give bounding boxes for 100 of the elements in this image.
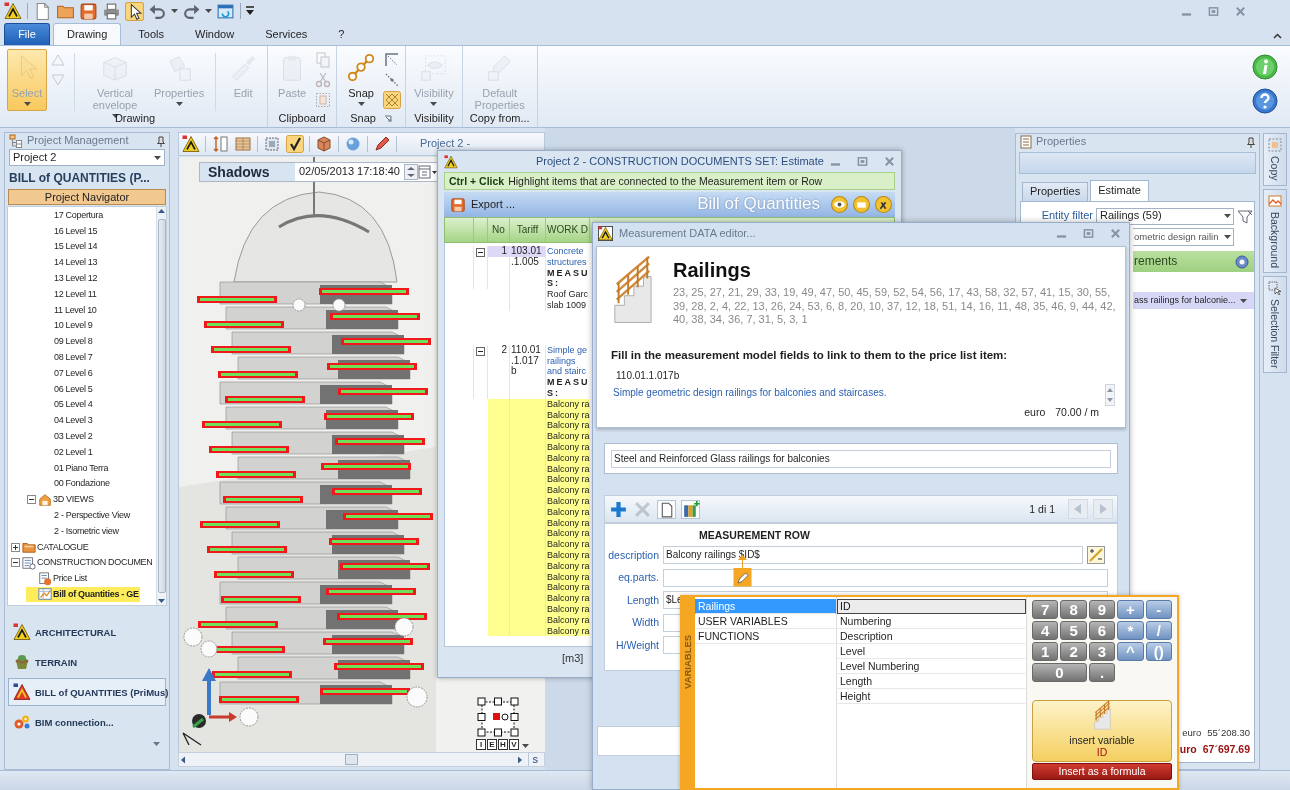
tree-item[interactable]: 10 Level 9 [42, 317, 94, 334]
close-icon[interactable] [1235, 5, 1246, 17]
input-field[interactable]: Balcony railings $ID$ [663, 546, 1083, 565]
collapse-icon[interactable] [11, 558, 20, 568]
view-button[interactable]: E [487, 739, 497, 750]
tools-icon[interactable] [875, 196, 892, 213]
ribbon-tab[interactable]: ? [324, 23, 359, 45]
insert-variable-button[interactable]: insert variable ID [1032, 700, 1172, 762]
list-row[interactable]: ass railings for balconie... [1133, 292, 1254, 309]
tree-item[interactable]: 2 - Isometric view [42, 523, 120, 540]
tree-item[interactable]: 17 Copertura [42, 207, 104, 224]
tree-item[interactable]: 09 Level 8 [42, 333, 94, 350]
tree-item[interactable]: 13 Level 12 [42, 270, 99, 287]
view-button[interactable]: H [498, 739, 508, 750]
help-icon[interactable] [1252, 88, 1278, 114]
module-button[interactable]: TERRAIN [8, 648, 166, 677]
side-tab[interactable]: Background [1263, 188, 1287, 273]
restore-icon[interactable] [856, 156, 868, 167]
tree-item[interactable]: 06 Level 5 [42, 381, 94, 397]
tree-item[interactable]: 3D VIEWS [26, 491, 95, 508]
side-tab[interactable]: Copy [1263, 133, 1287, 186]
tree-item[interactable]: 01 Piano Terra [42, 460, 110, 476]
measurement-row[interactable]: Balcony ra [488, 528, 590, 540]
tree-item[interactable]: 16 Level 15 [42, 223, 99, 239]
list-item[interactable]: FUNCTIONS [695, 629, 836, 644]
input-field[interactable] [663, 568, 1108, 587]
scroll-up-icon[interactable] [158, 209, 165, 214]
page-icon[interactable] [657, 499, 676, 519]
scroll-thumb[interactable] [157, 219, 166, 594]
list-item[interactable]: ID [837, 599, 1026, 614]
expand-icon[interactable] [11, 542, 20, 552]
app-logo-icon[interactable] [4, 2, 22, 20]
row-title-field[interactable]: Steel and Reinforced Glass railings for balconies [611, 450, 1111, 468]
list-item[interactable]: Description [837, 629, 1026, 644]
tree-item[interactable]: 00 Fondazione [42, 475, 111, 492]
datetime-field[interactable]: 02/05/2013 17:18:40 [295, 165, 404, 179]
measurement-row[interactable]: Balcony ra [488, 431, 590, 442]
project-dropdown[interactable]: Project 2 [9, 149, 165, 166]
export-button[interactable]: Export ... [447, 196, 519, 213]
list-item[interactable]: USER VARIABLES [695, 614, 836, 629]
measurement-row[interactable]: Balcony ra [488, 539, 590, 550]
editor-app-icon[interactable] [598, 226, 613, 241]
spinner-icon[interactable] [403, 164, 418, 180]
plus-icon[interactable] [609, 499, 628, 519]
module-button[interactable]: BILL of QUANTITIES (PriMus) [8, 678, 166, 707]
dropdown-caret-icon[interactable] [205, 9, 212, 13]
measurement-row[interactable]: Balcony ra [488, 495, 590, 507]
project-navigator-button[interactable]: Project Navigator [8, 189, 166, 206]
height-ruler-icon[interactable] [211, 135, 229, 153]
ribbon-tab[interactable]: Window [181, 23, 249, 45]
tree-item[interactable]: 03 Level 2 [42, 428, 94, 445]
list-item[interactable]: Numbering [837, 614, 1026, 629]
filter-icon[interactable] [1237, 208, 1253, 224]
measurement-row[interactable]: Balcony ra [488, 582, 590, 594]
cursor-icon[interactable] [125, 1, 144, 21]
collapse-icon[interactable] [476, 248, 485, 257]
checkmark-icon[interactable] [286, 135, 304, 153]
printer-icon[interactable] [102, 1, 121, 21]
dropdown-caret-icon[interactable] [522, 744, 529, 748]
measurement-row[interactable]: Balcony ra [488, 485, 590, 496]
measurement-row[interactable]: Balcony ra [488, 593, 590, 604]
pin-icon[interactable] [157, 135, 165, 147]
collapse-icon[interactable] [476, 346, 485, 356]
measurement-row[interactable]: Balcony ra [488, 463, 590, 475]
tree-item[interactable]: CONSTRUCTION DOCUMEN [10, 554, 154, 571]
calendar-icon[interactable] [417, 165, 438, 179]
module-button[interactable]: BIM connection... [8, 708, 166, 737]
scroll-down-icon[interactable] [158, 599, 165, 604]
app-logo-icon[interactable] [444, 154, 458, 169]
snap-button[interactable]: Snap [341, 49, 382, 111]
box-icon[interactable] [315, 135, 333, 153]
list-item[interactable]: Level Numbering [837, 659, 1026, 674]
vertical-scrollbar[interactable] [156, 207, 166, 606]
tree-item[interactable]: 11 Level 10 [42, 302, 98, 318]
crosshatch-icon[interactable] [383, 91, 402, 109]
item-dropdown[interactable]: ometric design railin [1133, 228, 1234, 246]
scroll-arrows-icon[interactable] [1105, 384, 1115, 406]
customize-caret-icon[interactable] [246, 6, 254, 16]
info-icon[interactable] [1252, 54, 1278, 80]
close-icon[interactable] [1110, 228, 1121, 239]
measurement-row[interactable]: Balcony ra [488, 441, 590, 453]
measurement-row[interactable]: Balcony ra [488, 571, 590, 583]
collapse-icon[interactable] [27, 495, 36, 505]
pencil-icon[interactable] [373, 135, 391, 153]
ribbon-tab[interactable]: File [4, 23, 50, 45]
panel-tab[interactable]: Estimate [1090, 180, 1149, 201]
gear-icon[interactable] [1234, 253, 1250, 270]
tree-item[interactable]: 02 Level 1 [42, 444, 94, 461]
view-button[interactable]: V [509, 739, 519, 750]
tree-item[interactable]: 12 Level 11 [42, 286, 98, 303]
pin-icon[interactable] [1247, 136, 1255, 148]
measurement-row[interactable]: Balcony ra [488, 560, 590, 572]
list-item[interactable]: Length [837, 674, 1026, 689]
keypad-key[interactable]: . [1088, 663, 1116, 682]
ribbon-tab[interactable]: Drawing [53, 23, 122, 45]
measurement-row[interactable]: Balcony ra [488, 603, 590, 615]
tree-item[interactable]: 04 Level 3 [42, 412, 94, 429]
tree-item[interactable]: Bill of Quantities - GE [26, 586, 140, 603]
scroll-thumb[interactable] [345, 754, 358, 765]
entity-filter-dropdown[interactable]: Railings (59) [1096, 207, 1234, 225]
